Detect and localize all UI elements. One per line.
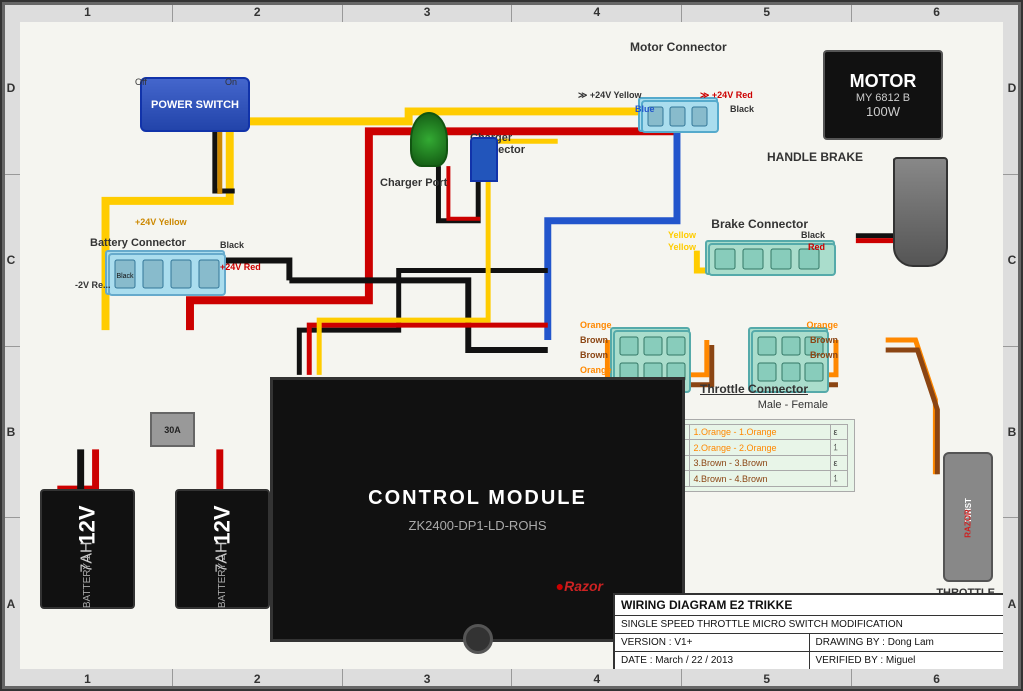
- motor-connector-visual: [638, 97, 718, 132]
- fuse-label: 30A: [164, 425, 181, 435]
- wire-label-brown4: Brown: [810, 350, 838, 360]
- motor-model: MY 6812 B: [856, 92, 910, 104]
- wire-label-yellow2: Yellow: [668, 242, 696, 252]
- row-d-right: D: [1003, 2, 1021, 174]
- wire-label-24v-red-bat: +24V Red: [220, 262, 261, 272]
- razor-logo: ●Razor: [556, 578, 603, 594]
- col-2-top: 2: [172, 2, 342, 22]
- col-3-top: 3: [342, 2, 512, 22]
- wire-label-neg2v: -2V Re...: [75, 280, 111, 290]
- wire-label-24v-yellow: ≫ +24V Yellow: [578, 90, 642, 101]
- row-markers-right: D C B A: [1003, 2, 1021, 689]
- col-markers-bottom: 1 2 3 4 5 6: [2, 669, 1021, 689]
- info-row-date: DATE : March / 22 / 2013 VERIFIED BY : M…: [615, 652, 1003, 669]
- wire-label-black-bat: Black: [220, 240, 244, 250]
- wire-label-orange1: Orange: [580, 320, 612, 330]
- control-module-title: CONTROL MODULE: [368, 487, 587, 510]
- col-2-bot: 2: [172, 669, 342, 689]
- row-a-right: A: [1003, 517, 1021, 689]
- charger-port-label: Charger Port: [380, 177, 447, 189]
- diagram-verified-by: VERIFIED BY : Miguel: [810, 652, 1004, 669]
- handle-brake-label: HANDLE BRAKE: [767, 150, 863, 164]
- throttle-connector-details: ε 1.Orange - 1.Orange ε ⥠ 2.Orange - 2.O…: [665, 419, 855, 492]
- wire-label-24v-red: ≫ +24V Red: [700, 90, 753, 101]
- diagram-date: DATE : March / 22 / 2013: [615, 652, 810, 669]
- info-panel: WIRING DIAGRAM E2 TRIKKE SINGLE SPEED TH…: [613, 593, 1003, 669]
- info-row-subtitle: SINGLE SPEED THROTTLE MICRO SWITCH MODIF…: [615, 616, 1003, 634]
- info-row-version: VERSION : V1+ DRAWING BY : Dong Lam: [615, 634, 1003, 652]
- diagram-area: MOTOR MY 6812 B 100W Motor Connector ≫ +…: [20, 22, 1003, 669]
- power-switch-off: Off: [135, 77, 147, 87]
- wire-label-orange3: Orange: [806, 320, 838, 330]
- throttle-connector-sub: Male - Female: [758, 399, 828, 411]
- row-c-right: C: [1003, 174, 1021, 346]
- wire-label-blue: Blue: [635, 104, 655, 114]
- brake-connector-label: Brake Connector: [711, 217, 808, 231]
- wire-label-yellow1: Yellow: [668, 230, 696, 240]
- wire-label-brown3: Brown: [810, 335, 838, 345]
- power-switch-label: POWER SWITCH: [151, 99, 239, 111]
- charger-port-visual: [410, 112, 448, 167]
- wire-label-black: Black: [730, 104, 754, 114]
- wire-label-orange2: Orange: [580, 365, 612, 375]
- col-5-bot: 5: [681, 669, 851, 689]
- battery-connector-visual: Black: [105, 250, 225, 295]
- row-b-left: B: [2, 346, 20, 518]
- col-4-top: 4: [511, 2, 681, 22]
- col-5-top: 5: [681, 2, 851, 22]
- diagram-title: WIRING DIAGRAM E2 TRIKKE: [615, 595, 1003, 615]
- col-1-bot: 1: [2, 669, 172, 689]
- diagram-drawing-by: DRAWING BY : Dong Lam: [810, 634, 1004, 651]
- battery-2: 12V 7AH BATTERY 2: [175, 489, 270, 609]
- row-b-right: B: [1003, 346, 1021, 518]
- charger-connector-visual: [470, 137, 498, 182]
- row-markers-left: D C B A: [2, 2, 20, 689]
- motor-box: MOTOR MY 6812 B 100W: [823, 50, 943, 140]
- wire-label-brown1: Brown: [580, 335, 608, 345]
- col-markers-top: 1 2 3 4 5 6: [2, 2, 1021, 22]
- wire-label-black-brake: Black: [801, 230, 825, 240]
- control-module-model: ZK2400-DP1-LD-ROHS: [409, 518, 547, 533]
- diagram-subtitle: SINGLE SPEED THROTTLE MICRO SWITCH MODIF…: [615, 616, 1003, 633]
- throttle-handle-visual: TWIST RAZOR: [943, 452, 993, 582]
- col-6-bot: 6: [851, 669, 1021, 689]
- wire-label-24v-yellow-bat: +24V Yellow: [135, 217, 187, 227]
- battery-1: 12V 7AH BATTERY 1: [40, 489, 135, 609]
- info-row-title: WIRING DIAGRAM E2 TRIKKE: [615, 595, 1003, 616]
- row-c-left: C: [2, 174, 20, 346]
- handle-brake-visual: [893, 157, 948, 267]
- wire-label-brown2: Brown: [580, 350, 608, 360]
- svg-text:Black: Black: [116, 273, 134, 280]
- wiring-diagram: 1 2 3 4 5 6 1 2 3 4 5 6 D C B A D C B A: [0, 0, 1023, 691]
- col-6-top: 6: [851, 2, 1021, 22]
- power-switch-on: On: [225, 77, 237, 87]
- motor-label: MOTOR: [850, 71, 917, 92]
- motor-connector-label: Motor Connector: [630, 40, 727, 54]
- row-a-left: A: [2, 517, 20, 689]
- motor-wattage: 100W: [866, 104, 900, 119]
- battery-connector-label: Battery Connector: [90, 237, 186, 249]
- diagram-version: VERSION : V1+: [615, 634, 810, 651]
- fuse-box: 30A: [150, 412, 195, 447]
- wire-label-red-brake: Red: [808, 242, 825, 252]
- throttle-connector-label: Throttle Connector: [700, 382, 808, 396]
- row-d-left: D: [2, 2, 20, 174]
- col-3-bot: 3: [342, 669, 512, 689]
- col-1-top: 1: [2, 2, 172, 22]
- col-4-bot: 4: [511, 669, 681, 689]
